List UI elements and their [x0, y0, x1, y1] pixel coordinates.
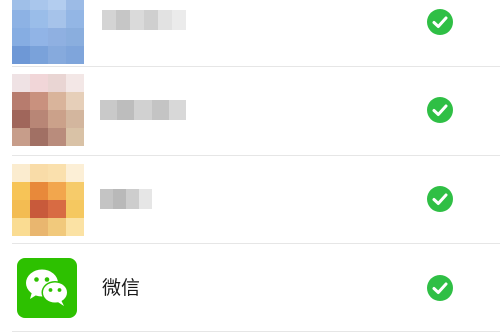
obscured-app-name: [100, 100, 186, 120]
list-item-wechat[interactable]: 微信: [0, 244, 500, 332]
app-name: 微信: [102, 278, 141, 299]
app-list: 微信: [0, 0, 500, 333]
blurred-app-icon: [12, 164, 84, 236]
obscured-app-name: [102, 10, 186, 30]
blurred-app-icon: [12, 0, 84, 64]
wechat-icon: [17, 258, 77, 318]
blurred-app-icon: [12, 74, 84, 146]
checkmark-icon[interactable]: [427, 275, 453, 301]
obscured-app-name: [100, 189, 152, 209]
list-item[interactable]: [0, 0, 500, 68]
checkmark-icon[interactable]: [427, 186, 453, 212]
divider: [12, 331, 500, 332]
list-item[interactable]: [0, 67, 500, 155]
list-item[interactable]: [0, 156, 500, 244]
checkmark-icon[interactable]: [427, 97, 453, 123]
checkmark-icon[interactable]: [427, 9, 453, 35]
